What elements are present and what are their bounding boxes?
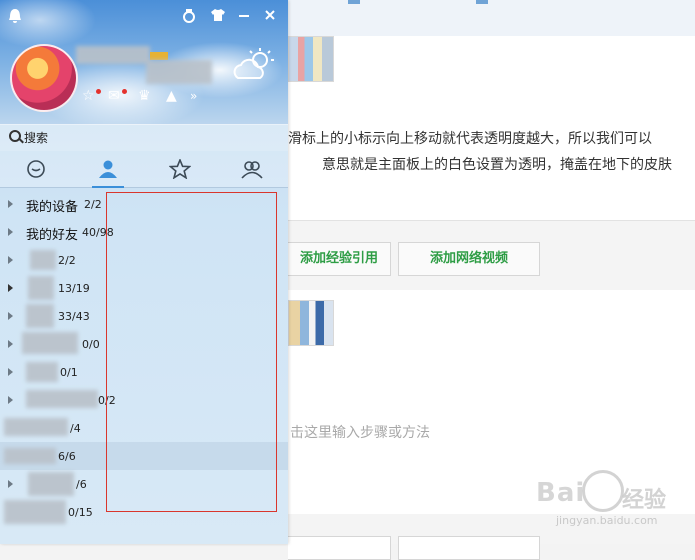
- group-name-blurred: [4, 418, 68, 436]
- topbar-tab-marker: [348, 0, 360, 4]
- group-name-blurred: [26, 362, 58, 382]
- watermark-url: jingyan.baidu.com: [556, 514, 658, 527]
- group-count: 2/2: [84, 198, 102, 211]
- expand-arrow-icon[interactable]: [8, 396, 13, 404]
- group-name-blurred: [4, 500, 66, 524]
- group-name-blurred: [22, 332, 78, 354]
- group-name: 我的好友: [26, 228, 79, 243]
- highlight-frame: [106, 192, 277, 512]
- weather-icon[interactable]: [230, 46, 276, 84]
- topbar-tab-marker: [476, 0, 488, 4]
- expand-arrow-icon[interactable]: [8, 200, 13, 208]
- image-panel: [288, 290, 695, 413]
- tab-favorites[interactable]: [144, 151, 216, 187]
- close-icon[interactable]: [264, 8, 276, 27]
- nickname-blurred: [76, 46, 150, 64]
- minimize-icon[interactable]: [238, 8, 250, 27]
- person-icon: [99, 160, 117, 178]
- chat-bubble-icon: [27, 160, 45, 178]
- search-icon: [9, 130, 21, 142]
- skin-header: ☆ ✉ ♛ ▲ »: [0, 0, 288, 125]
- more-arrow-icon[interactable]: »: [190, 87, 197, 105]
- group-name-blurred: [4, 448, 56, 464]
- bottom-button[interactable]: [398, 536, 540, 560]
- expand-arrow-icon[interactable]: [8, 256, 13, 264]
- tent-icon[interactable]: ▲: [166, 87, 177, 105]
- image-thumbnail[interactable]: [288, 300, 334, 346]
- search-bar[interactable]: [0, 124, 288, 151]
- add-reference-button[interactable]: 添加经验引用: [288, 242, 391, 276]
- star-status-icon[interactable]: ☆: [82, 87, 95, 105]
- step-text-line: 滑标上的小标示向上移动就代表透明度越大，所以我们可以: [288, 131, 652, 147]
- image-thumbnail[interactable]: [288, 36, 334, 82]
- avatar[interactable]: [10, 44, 78, 112]
- vip-badge[interactable]: [150, 52, 168, 60]
- expand-arrow-icon[interactable]: [8, 228, 13, 236]
- group-name-blurred: [30, 250, 56, 270]
- group-count: 0/0: [82, 338, 100, 351]
- watermark-brand: Bai: [536, 478, 586, 508]
- step-text-line: 意思就是主面板上的白色设置为透明，掩盖在地下的皮肤: [322, 157, 672, 173]
- tab-contacts[interactable]: [72, 151, 144, 188]
- expand-arrow-icon[interactable]: [8, 312, 13, 320]
- expand-arrow-icon[interactable]: [8, 480, 13, 488]
- group-name-blurred: [26, 390, 98, 408]
- tab-chat[interactable]: [0, 151, 72, 187]
- group-name-blurred: [26, 304, 54, 328]
- notification-dot: [96, 89, 101, 94]
- qq-main-panel: ☆ ✉ ♛ ▲ » 搜索 我的设备 2/2 我的好友 40/98 2/2 13/…: [0, 0, 288, 544]
- group-count: /6: [76, 478, 87, 491]
- tab-groups[interactable]: [216, 151, 288, 187]
- search-input[interactable]: [24, 129, 274, 147]
- add-video-button[interactable]: 添加网络视频: [398, 242, 540, 276]
- qq-logo-bell-icon[interactable]: [8, 8, 22, 29]
- group-count: 33/43: [58, 310, 90, 323]
- webpage-topbar: [288, 0, 695, 37]
- group-count: 13/19: [58, 282, 90, 295]
- group-count: 0/15: [68, 506, 93, 519]
- bottom-button[interactable]: [288, 536, 391, 560]
- group-count: /4: [70, 422, 81, 435]
- group-icon: [241, 161, 263, 179]
- signature-blurred[interactable]: [146, 60, 212, 84]
- group-count: 0/1: [60, 366, 78, 379]
- group-count: 6/6: [58, 450, 76, 463]
- step-input-placeholder: 击这里输入步骤或方法: [290, 425, 430, 441]
- expand-arrow-icon[interactable]: [8, 340, 13, 348]
- expand-arrow-icon[interactable]: [8, 284, 13, 292]
- skin-shirt-icon[interactable]: [210, 8, 226, 27]
- main-tabs: [0, 151, 288, 188]
- medal-icon[interactable]: [182, 8, 196, 29]
- notification-dot: [122, 89, 127, 94]
- mail-icon[interactable]: ✉: [108, 87, 120, 105]
- crown-icon[interactable]: ♛: [138, 87, 151, 105]
- baidu-paw-icon: [582, 470, 624, 512]
- group-name-blurred: [28, 276, 54, 300]
- group-name-blurred: [28, 472, 74, 496]
- expand-arrow-icon[interactable]: [8, 368, 13, 376]
- watermark-cn: 经验: [622, 488, 667, 513]
- group-name: 我的设备: [26, 200, 79, 215]
- group-count: 2/2: [58, 254, 76, 267]
- star-icon: [169, 159, 191, 179]
